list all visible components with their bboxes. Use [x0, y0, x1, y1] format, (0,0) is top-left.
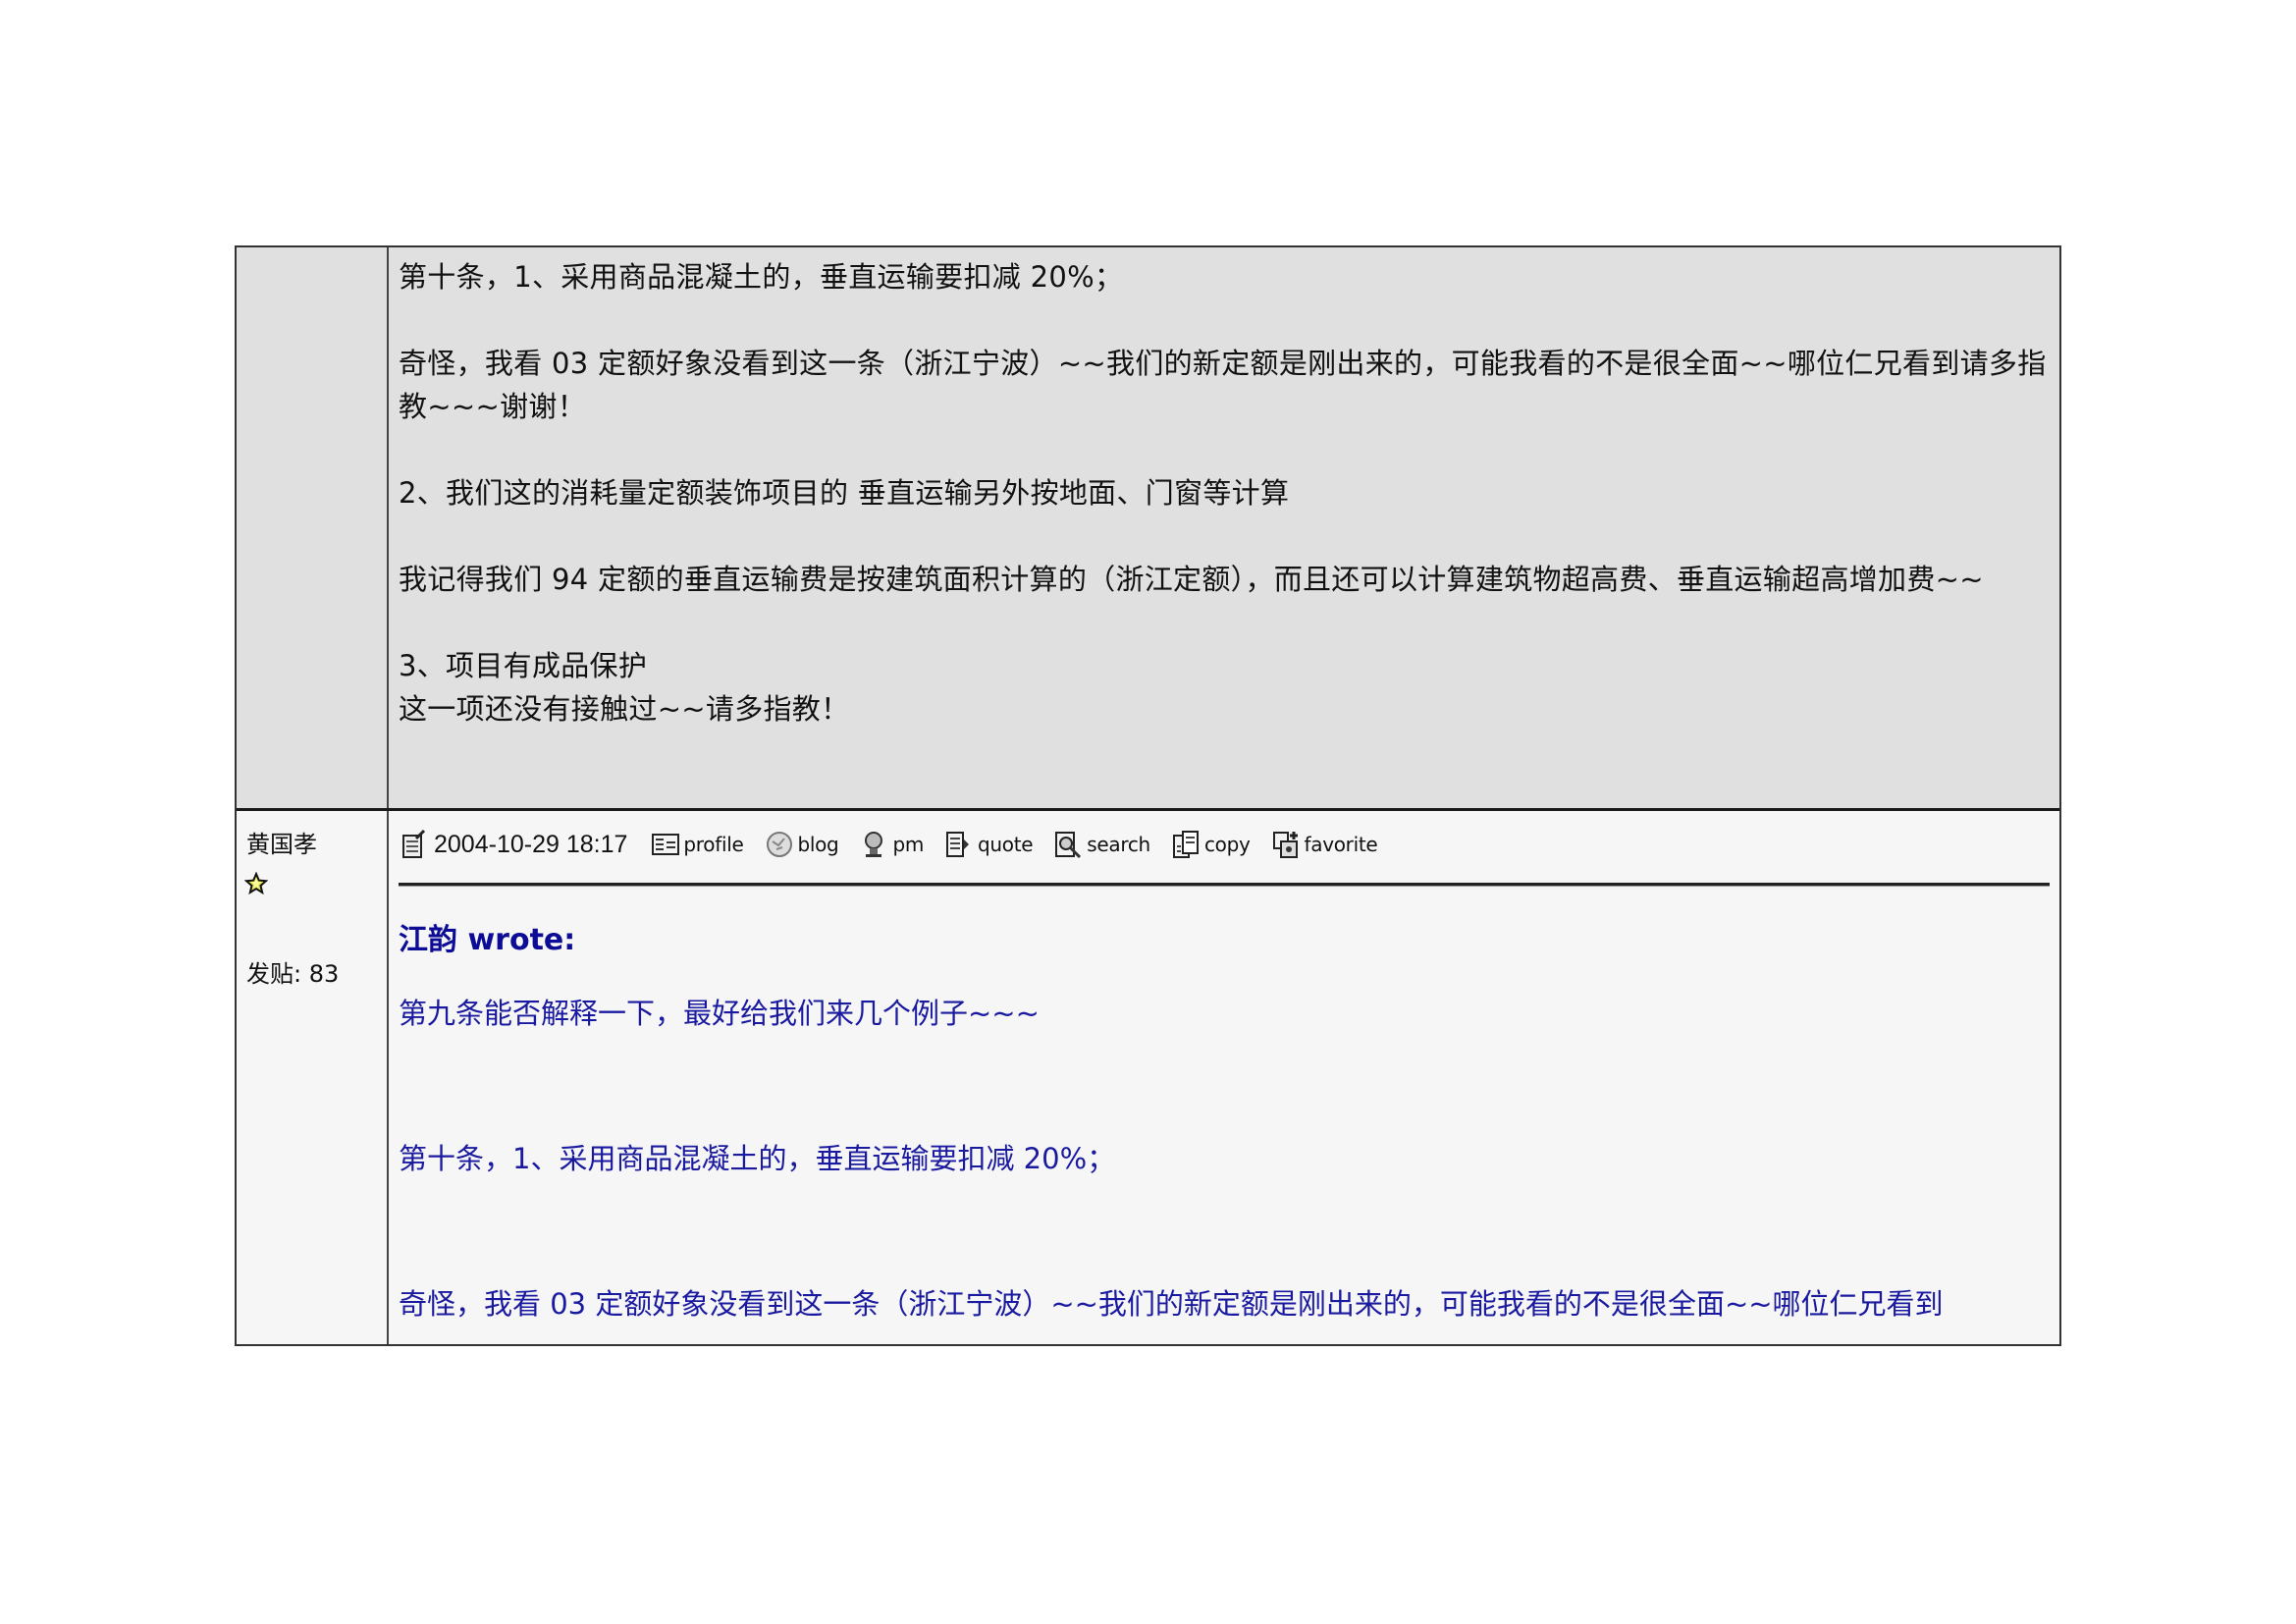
quote-block: 江韵 wrote: 第九条能否解释一下，最好给我们来几个例子~~~ 第十条，1、…: [399, 919, 2052, 1326]
post-row-reply: 黄国孝 发贴: 83 2004-10-29 18:17 profile blog…: [237, 811, 2059, 1344]
forum-post-table: 第十条，1、采用商品混凝土的，垂直运输要扣减 20%； 奇怪，我看 03 定额好…: [235, 245, 2061, 1346]
blog-icon: [767, 832, 793, 857]
profile-icon: [652, 834, 680, 855]
profile-button[interactable]: profile: [651, 830, 744, 859]
quote-label: quote: [978, 833, 1034, 856]
quote-icon: [946, 832, 970, 857]
blog-label: blog: [797, 833, 839, 856]
post-paragraph: 这一项还没有接触过~~请多指教！: [399, 692, 850, 726]
favorite-icon: [1272, 832, 1298, 858]
search-icon: [1055, 832, 1082, 859]
pm-label: pm: [892, 833, 925, 856]
copy-icon: [1172, 831, 1199, 858]
post-paragraph: 奇怪，我看 03 定额好象没看到这一条（浙江宁波）~~我们的新定额是刚出来的，可…: [399, 347, 2047, 423]
copy-label: copy: [1203, 833, 1251, 856]
post-toolbar: 2004-10-29 18:17 profile blog pm quote s…: [400, 825, 1399, 864]
post-body-column: 2004-10-29 18:17 profile blog pm quote s…: [389, 811, 2059, 1344]
blog-button[interactable]: blog: [765, 830, 839, 859]
favorite-label: favorite: [1304, 833, 1378, 856]
profile-label: profile: [683, 833, 744, 856]
post-body-column: 第十条，1、采用商品混凝土的，垂直运输要扣减 20%； 奇怪，我看 03 定额好…: [389, 247, 2059, 808]
post-date: 2004-10-29 18:17: [434, 830, 628, 858]
pm-icon: [865, 832, 883, 857]
quote-button[interactable]: quote: [945, 830, 1034, 859]
author-column: 黄国孝 发贴: 83: [237, 811, 389, 1344]
author-name[interactable]: 黄国孝: [246, 825, 317, 859]
post-body: 第十条，1、采用商品混凝土的，垂直运输要扣减 20%； 奇怪，我看 03 定额好…: [399, 255, 2052, 731]
author-post-count: 发贴: 83: [246, 960, 340, 988]
post-row-previous: 第十条，1、采用商品混凝土的，垂直运输要扣减 20%； 奇怪，我看 03 定额好…: [237, 247, 2059, 811]
pm-button[interactable]: pm: [860, 830, 924, 859]
quote-line: 第十条，1、采用商品混凝土的，垂直运输要扣减 20%；: [399, 1142, 1116, 1175]
post-paragraph: 3、项目有成品保护: [399, 649, 648, 682]
post-edit-icon: [402, 829, 426, 858]
quote-line: 第九条能否解释一下，最好给我们来几个例子~~~: [399, 997, 1040, 1030]
copy-button[interactable]: copy: [1172, 830, 1251, 859]
author-column-empty: [237, 247, 389, 808]
post-paragraph: 第十条，1、采用商品混凝土的，垂直运输要扣减 20%；: [399, 260, 1124, 294]
search-label: search: [1087, 833, 1150, 856]
quote-author-header: 江韵 wrote:: [399, 923, 576, 957]
quote-body: 第九条能否解释一下，最好给我们来几个例子~~~ 第十条，1、采用商品混凝土的，垂…: [399, 992, 2052, 1326]
search-button[interactable]: search: [1054, 830, 1150, 859]
post-paragraph: 我记得我们 94 定额的垂直运输费是按建筑面积计算的（浙江定额），而且还可以计算…: [399, 563, 1984, 596]
star-icon: [244, 872, 268, 895]
post-header-divider: [399, 883, 2050, 887]
quote-line: 奇怪，我看 03 定额好象没看到这一条（浙江宁波）~~我们的新定额是刚出来的，可…: [399, 1287, 1944, 1321]
post-paragraph: 2、我们这的消耗量定额装饰项目的 垂直运输另外按地面、门窗等计算: [399, 476, 1290, 510]
favorite-button[interactable]: favorite: [1272, 830, 1378, 859]
